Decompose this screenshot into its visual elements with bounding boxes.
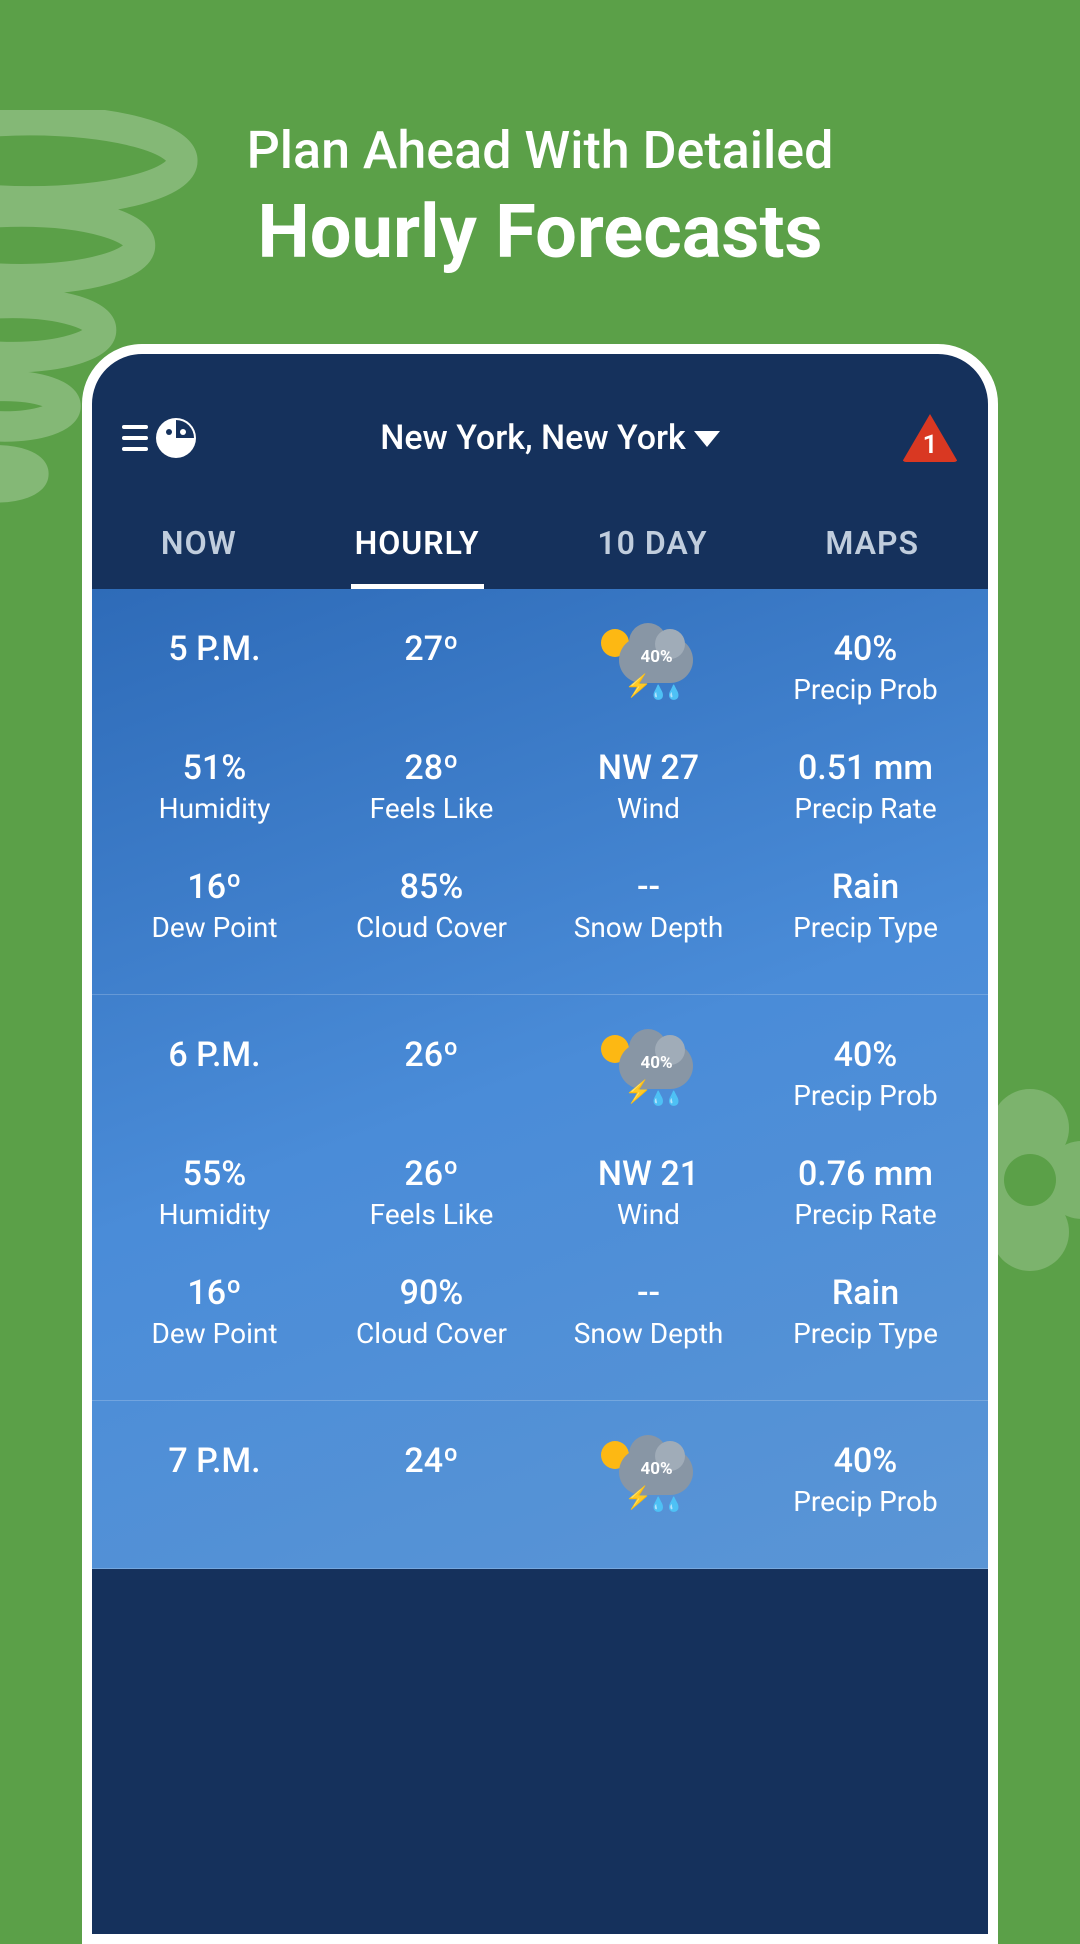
cloud-cover-value: 90%: [323, 1273, 540, 1313]
hour-temp: 26º: [323, 1035, 540, 1075]
dew-point-value: 16º: [106, 867, 323, 907]
precip-prob-label: Precip Prob: [757, 1079, 974, 1112]
cloud-cover-label: Cloud Cover: [323, 1317, 540, 1350]
precip-prob-value: 40%: [757, 629, 974, 669]
precip-type-label: Precip Type: [757, 911, 974, 944]
phone-frame: New York, New York 1 NOW HOURLY 10 DAY M…: [82, 344, 998, 1944]
location-selector[interactable]: New York, New York: [380, 418, 720, 458]
precip-prob-value: 40%: [757, 1035, 974, 1075]
tab-now[interactable]: NOW: [157, 512, 241, 589]
feels-like-value: 26º: [323, 1154, 540, 1194]
humidity-label: Humidity: [106, 1198, 323, 1231]
snow-depth-value: --: [540, 867, 757, 907]
humidity-label: Humidity: [106, 792, 323, 825]
humidity-value: 51%: [106, 748, 323, 788]
hour-time: 6 P.M.: [106, 1035, 323, 1075]
hour-time: 5 P.M.: [106, 629, 323, 669]
precip-type-label: Precip Type: [757, 1317, 974, 1350]
precip-rate-label: Precip Rate: [757, 1198, 974, 1231]
humidity-value: 55%: [106, 1154, 323, 1194]
tab-maps[interactable]: MAPS: [821, 512, 923, 589]
wind-label: Wind: [540, 1198, 757, 1231]
tab-bar: NOW HOURLY 10 DAY MAPS: [92, 492, 988, 589]
dew-point-label: Dew Point: [106, 1317, 323, 1350]
hour-card[interactable]: 5 P.M. 27º 40% ⚡ 💧💧 40% Precip Prob: [92, 589, 988, 995]
cloud-cover-value: 85%: [323, 867, 540, 907]
thunderstorm-icon: 40% ⚡ 💧💧: [599, 1035, 699, 1107]
hourly-list[interactable]: 5 P.M. 27º 40% ⚡ 💧💧 40% Precip Prob: [92, 589, 988, 1569]
app-header: New York, New York 1: [92, 354, 988, 492]
snow-depth-label: Snow Depth: [540, 1317, 757, 1350]
precip-prob-label: Precip Prob: [757, 1485, 974, 1518]
thunderstorm-icon: 40% ⚡ 💧💧: [599, 629, 699, 701]
dew-point-label: Dew Point: [106, 911, 323, 944]
precip-rate-value: 0.76 mm: [757, 1154, 974, 1194]
tab-hourly[interactable]: HOURLY: [351, 512, 484, 589]
feels-like-label: Feels Like: [323, 1198, 540, 1231]
snow-depth-label: Snow Depth: [540, 911, 757, 944]
hour-time: 7 P.M.: [106, 1441, 323, 1481]
hour-temp: 27º: [323, 629, 540, 669]
hour-card[interactable]: 6 P.M. 26º 40% ⚡ 💧💧 40% Precip Prob: [92, 995, 988, 1401]
wind-value: NW 21: [540, 1154, 757, 1194]
menu-icon[interactable]: [122, 425, 148, 451]
dew-point-value: 16º: [106, 1273, 323, 1313]
precip-rate-value: 0.51 mm: [757, 748, 974, 788]
alert-count: 1: [902, 430, 958, 460]
snow-depth-value: --: [540, 1273, 757, 1313]
feels-like-value: 28º: [323, 748, 540, 788]
location-text: New York, New York: [380, 418, 686, 458]
alert-badge[interactable]: 1: [902, 414, 958, 462]
app-logo-icon: [154, 416, 198, 460]
feels-like-label: Feels Like: [323, 792, 540, 825]
precip-type-value: Rain: [757, 1273, 974, 1313]
hour-temp: 24º: [323, 1441, 540, 1481]
precip-rate-label: Precip Rate: [757, 792, 974, 825]
cloud-cover-label: Cloud Cover: [323, 911, 540, 944]
chevron-down-icon: [694, 431, 720, 449]
precip-type-value: Rain: [757, 867, 974, 907]
tab-10day[interactable]: 10 DAY: [593, 512, 711, 589]
precip-prob-label: Precip Prob: [757, 673, 974, 706]
precip-prob-value: 40%: [757, 1441, 974, 1481]
thunderstorm-icon: 40% ⚡ 💧💧: [599, 1441, 699, 1513]
hour-card[interactable]: 7 P.M. 24º 40% ⚡ 💧💧 40% Precip Prob: [92, 1401, 988, 1569]
wind-label: Wind: [540, 792, 757, 825]
wind-value: NW 27: [540, 748, 757, 788]
